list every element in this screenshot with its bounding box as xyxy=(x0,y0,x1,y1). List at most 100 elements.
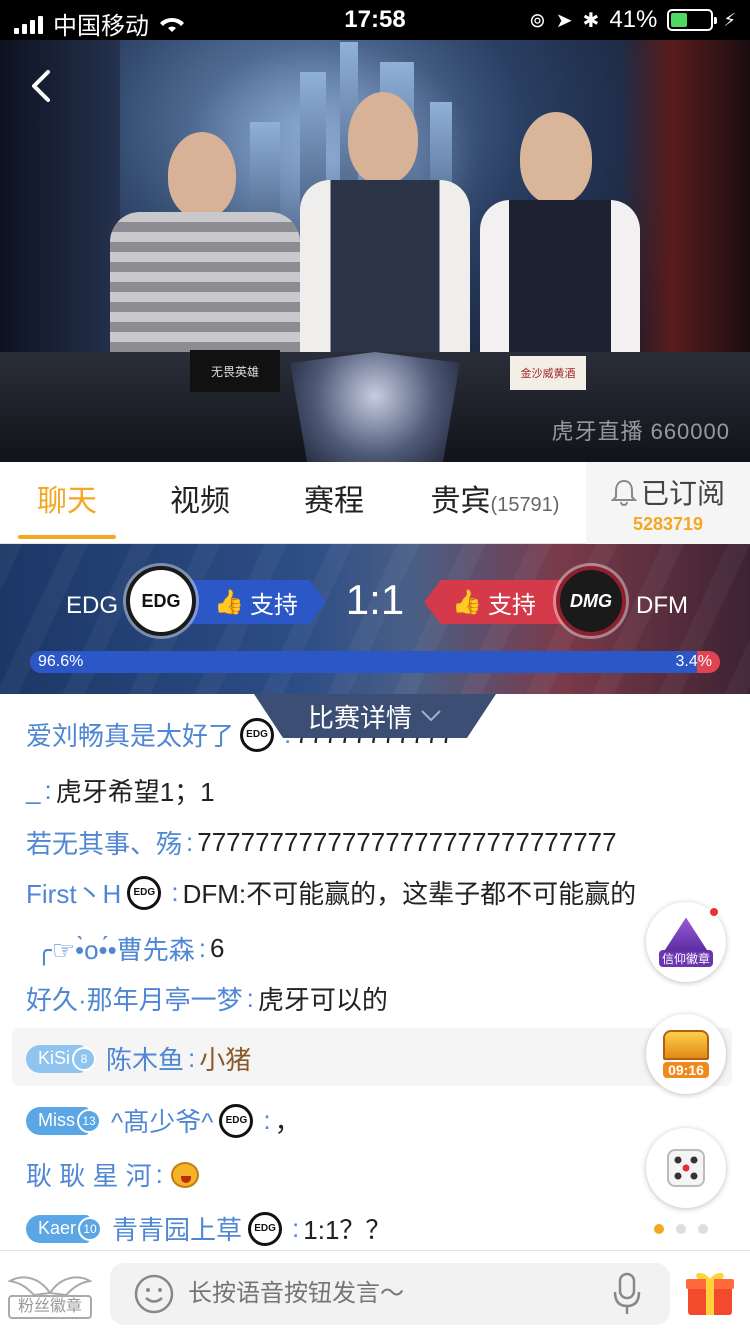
chat-username[interactable]: _ xyxy=(26,775,40,806)
chat-message: 耿 耿 星 河 : xyxy=(26,1156,199,1193)
desk-emblem xyxy=(290,352,460,462)
host-left xyxy=(110,132,300,382)
faith-badge-button[interactable]: 信仰徽章 xyxy=(646,902,726,982)
chat-username[interactable]: ^髙少爷^ xyxy=(111,1102,213,1139)
faith-badge-icon: 信仰徽章 xyxy=(658,917,713,967)
support-left-label: 支持 xyxy=(249,591,298,619)
edg-badge-icon: EDG xyxy=(127,875,162,910)
video-player[interactable]: 无畏英雄 金沙威黄酒 虎牙直播 660000 xyxy=(0,40,750,462)
host-right xyxy=(480,112,640,382)
chat-username[interactable]: 若无其事、殇 xyxy=(26,824,182,861)
sponsor-sign: 金沙威黄酒 xyxy=(510,356,586,390)
support-right-label: 支持 xyxy=(487,591,536,619)
team-left-logo: EDG xyxy=(126,566,196,636)
tab-bar: 聊天 视频 赛程 贵宾(15791) 已订阅 5283719 xyxy=(0,462,750,544)
team-left-name: EDG xyxy=(66,592,119,619)
vote-left-percent: 96.6% xyxy=(38,653,84,670)
bluetooth-icon: ✱ xyxy=(582,9,600,32)
back-icon xyxy=(32,70,50,102)
tab-schedule[interactable]: 赛程 xyxy=(286,462,382,544)
chevron-down-icon xyxy=(421,710,441,722)
chat-username[interactable]: 陈木鱼 xyxy=(106,1040,184,1077)
fan-level-badge[interactable]: KiSi 8 xyxy=(26,1044,97,1073)
team-right-logo: DMG xyxy=(556,566,626,636)
chat-input[interactable] xyxy=(188,1280,568,1308)
match-details-toggle[interactable]: 比赛详情 xyxy=(254,694,496,738)
chat-text: 小猪 xyxy=(199,1045,252,1075)
emoji-icon[interactable] xyxy=(132,1272,176,1316)
fan-badge-label: 粉丝徽章 xyxy=(8,1295,92,1319)
dice-icon xyxy=(667,1149,705,1187)
match-score: 1:1 xyxy=(345,576,405,623)
edg-badge-icon: EDG xyxy=(248,1211,283,1246)
vip-count: (15791) xyxy=(490,494,560,516)
location-icon: ➤ xyxy=(555,9,573,32)
chat-message: First丶H EDG : DFM:不可能赢的，这辈子都不可能赢的 xyxy=(26,874,636,911)
bottom-input-bar: 粉丝徽章 xyxy=(0,1250,750,1334)
vote-progress-bar: 96.6% 3.4% xyxy=(30,651,720,673)
microphone-icon[interactable] xyxy=(612,1272,642,1316)
edg-badge-icon: EDG xyxy=(219,1103,254,1138)
chat-username[interactable]: 耿 耿 星 河 xyxy=(26,1156,152,1193)
tab-vip[interactable]: 贵宾(15791) xyxy=(420,462,570,544)
chat-message: Miss 13 ^髙少爷^ EDG : ， xyxy=(26,1102,301,1139)
battery-icon xyxy=(667,9,718,31)
fan-level-badge[interactable]: Miss 13 xyxy=(26,1106,101,1135)
chat-message: 好久·那年月亭一梦 : 虎牙可以的 xyxy=(26,980,388,1017)
lock-rotation-icon: ⊚ xyxy=(529,9,546,32)
chat-list[interactable]: 爱刘畅真是太好了 EDG : 77777777777 _ : 虎牙希望1；1 若… xyxy=(0,694,750,1249)
desk-sign: 无畏英雄 xyxy=(190,350,280,392)
chat-text: 虎牙希望1；1 xyxy=(55,777,215,807)
subscribe-button[interactable]: 已订阅 5283719 xyxy=(586,462,750,544)
tab-video[interactable]: 视频 xyxy=(152,462,248,544)
host-center xyxy=(300,92,470,382)
fan-badge-button[interactable]: 粉丝徽章 xyxy=(8,1271,92,1319)
chat-message: 若无其事、殇 : 77777777777777777777777777777 xyxy=(26,824,617,861)
chat-message: Kaer 10 青青园上草 EDG : 1:1？？ xyxy=(26,1210,391,1247)
notification-dot xyxy=(708,906,720,918)
tab-chat[interactable]: 聊天 xyxy=(18,462,116,544)
chat-username[interactable]: First丶H xyxy=(26,874,121,911)
status-bar: 中国移动 17:58 ⊚ ➤ ✱ 41% ⚡ xyxy=(0,0,750,40)
chat-message: _ : 虎牙希望1；1 xyxy=(26,772,215,809)
tab-active-indicator xyxy=(18,535,116,539)
subscribe-label: 已订阅 xyxy=(640,478,725,509)
chat-text: 1:1？？ xyxy=(303,1215,392,1245)
chat-text: 6 xyxy=(209,933,225,963)
chat-username[interactable]: 爱刘畅真是太好了 xyxy=(26,716,234,753)
chest-timer: 09:16 xyxy=(663,1062,709,1078)
charging-icon: ⚡ xyxy=(723,9,736,30)
chat-text: 虎牙可以的 xyxy=(257,985,388,1015)
chat-message: KiSi 8 陈木鱼 : 小猪 xyxy=(26,1040,251,1077)
gift-icon xyxy=(686,1272,734,1315)
support-left-button[interactable]: 👍 支持 xyxy=(186,580,326,624)
vote-left-fill xyxy=(30,651,697,673)
subscribe-count: 5283719 xyxy=(632,514,704,534)
chat-username[interactable]: ╭☞•̀o•́•曹先森 xyxy=(36,930,195,967)
support-right-button[interactable]: 👍 支持 xyxy=(424,580,564,624)
treasure-chest-button[interactable]: 09:16 xyxy=(646,1014,726,1094)
chat-text: 77777777777777777777777777777 xyxy=(197,827,617,857)
widget-page-indicator xyxy=(654,1224,708,1234)
emoji-sticker-icon xyxy=(170,1161,199,1188)
match-panel: EDG 👍 支持 EDG 1:1 👍 支持 DMG DFM 96.6% 3.4% xyxy=(0,544,750,694)
chat-text: DFM:不可能赢的，这辈子都不可能赢的 xyxy=(182,879,637,909)
chat-message: ╭☞•̀o•́•曹先森 : 6 xyxy=(36,930,224,967)
chat-text: ， xyxy=(274,1107,301,1137)
fan-level-badge[interactable]: Kaer 10 xyxy=(26,1214,103,1243)
chat-input-box xyxy=(110,1263,670,1325)
thumb-up-icon: 👍 xyxy=(214,588,244,616)
dice-game-button[interactable] xyxy=(646,1128,726,1208)
back-button[interactable] xyxy=(22,66,62,106)
chat-username[interactable]: 青青园上草 xyxy=(112,1210,242,1247)
vote-right-percent: 3.4% xyxy=(675,653,712,670)
battery-percent: 41% xyxy=(609,6,658,33)
match-details-label: 比赛详情 xyxy=(307,702,412,733)
badge-level: 10 xyxy=(78,1216,103,1241)
thumb-up-icon: 👍 xyxy=(452,588,482,616)
badge-level: 13 xyxy=(77,1108,101,1133)
team-right-name: DFM xyxy=(636,592,688,619)
badge-level: 8 xyxy=(72,1046,97,1071)
chat-username[interactable]: 好久·那年月亭一梦 xyxy=(26,980,243,1017)
gift-button[interactable] xyxy=(684,1267,736,1319)
